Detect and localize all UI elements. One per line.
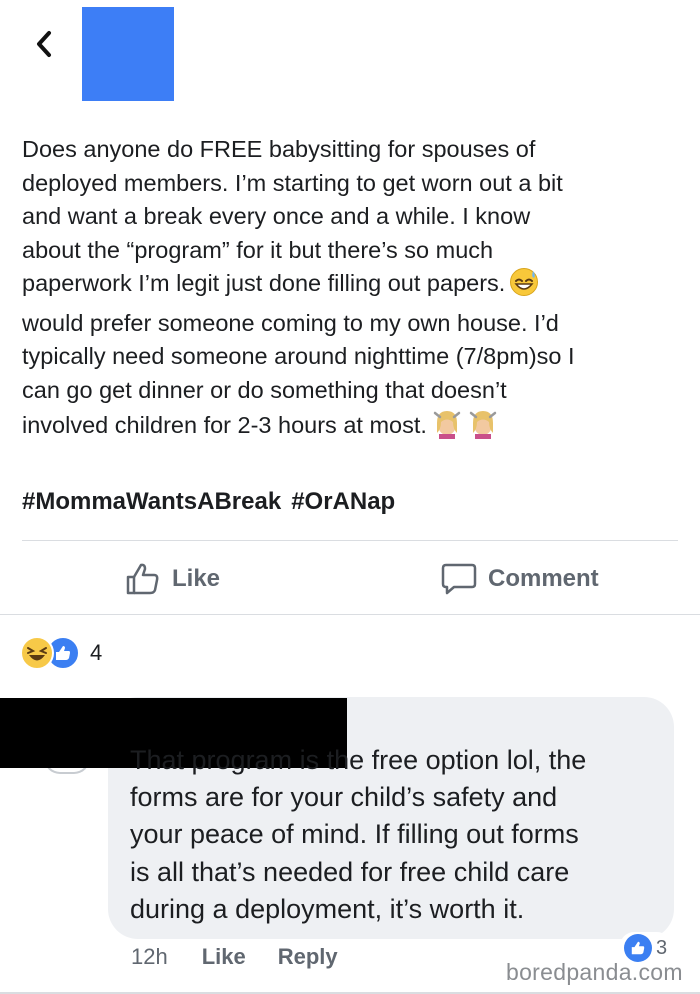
haircut-woman-emoji-icon: [431, 407, 463, 449]
post-line: Does anyone do FREE babysitting for spou…: [22, 136, 536, 162]
post-line: can go get dinner or do something that d…: [22, 376, 507, 403]
watermark: boredpanda.com: [506, 959, 683, 985]
comment-reply-button[interactable]: Reply: [278, 944, 338, 970]
comment-reaction-count: 3: [656, 936, 668, 959]
hashtags: #MommaWantsABreak #OrANap: [22, 488, 395, 516]
like-button[interactable]: Like: [124, 555, 220, 603]
speech-bubble-icon: [441, 563, 477, 595]
chevron-left-icon: [37, 31, 51, 57]
post-line-with-emoji: paperwork I’m legit just done filling ou…: [22, 267, 662, 307]
comment-line: during a deployment, it’s worth it.: [130, 893, 525, 924]
haircut-woman-emoji-icon: [467, 407, 499, 449]
reaction-summary[interactable]: 4: [20, 636, 102, 670]
post-line: would prefer someone coming to my own ho…: [22, 309, 559, 336]
post-line-with-emoji: involved children for 2-3 hours at most.: [22, 407, 662, 449]
haha-reaction-icon: [20, 636, 54, 670]
divider: [22, 540, 678, 541]
back-button[interactable]: [30, 28, 58, 60]
post-line: deployed members. I’m starting to get wo…: [22, 169, 563, 196]
post-line: about the “program” for it but there’s s…: [22, 236, 494, 263]
comment-like-button[interactable]: Like: [202, 944, 246, 970]
post-line: and want a break every once and a while.…: [22, 203, 531, 229]
post-line: paperwork I’m legit just done filling ou…: [22, 270, 506, 296]
hashtag-link[interactable]: #MommaWantsABreak: [22, 488, 281, 516]
comment-label: Comment: [488, 565, 599, 592]
hashtag-link[interactable]: #OrANap: [291, 488, 395, 516]
comment-line: That program is the free option lol, the: [130, 745, 587, 775]
comment-button[interactable]: Comment: [440, 555, 599, 603]
comment-line: forms are for your child’s safety and: [130, 782, 558, 813]
redacted-profile-picture: [82, 7, 174, 101]
like-reaction-icon: [624, 934, 652, 962]
section-divider: [0, 614, 700, 615]
post-body: Does anyone do FREE babysitting for spou…: [22, 133, 662, 449]
post-line: involved children for 2-3 hours at most.: [22, 412, 427, 438]
comment-meta: 12h Like Reply: [131, 944, 338, 970]
comment-timestamp[interactable]: 12h: [131, 944, 168, 970]
like-label: Like: [172, 565, 221, 592]
grinning-sweat-emoji-icon: [509, 267, 539, 307]
reaction-count: 4: [90, 640, 103, 665]
post-line: typically need someone around nighttime …: [22, 343, 575, 369]
comment-body: That program is the free option lol, the…: [130, 742, 670, 928]
comment-line: your peace of mind. If filling out forms: [130, 819, 579, 850]
thumbs-up-icon: [126, 563, 159, 595]
post-actions-bar: Like Comment: [0, 555, 700, 603]
comment-line: is all that’s needed for free child care: [130, 856, 570, 887]
